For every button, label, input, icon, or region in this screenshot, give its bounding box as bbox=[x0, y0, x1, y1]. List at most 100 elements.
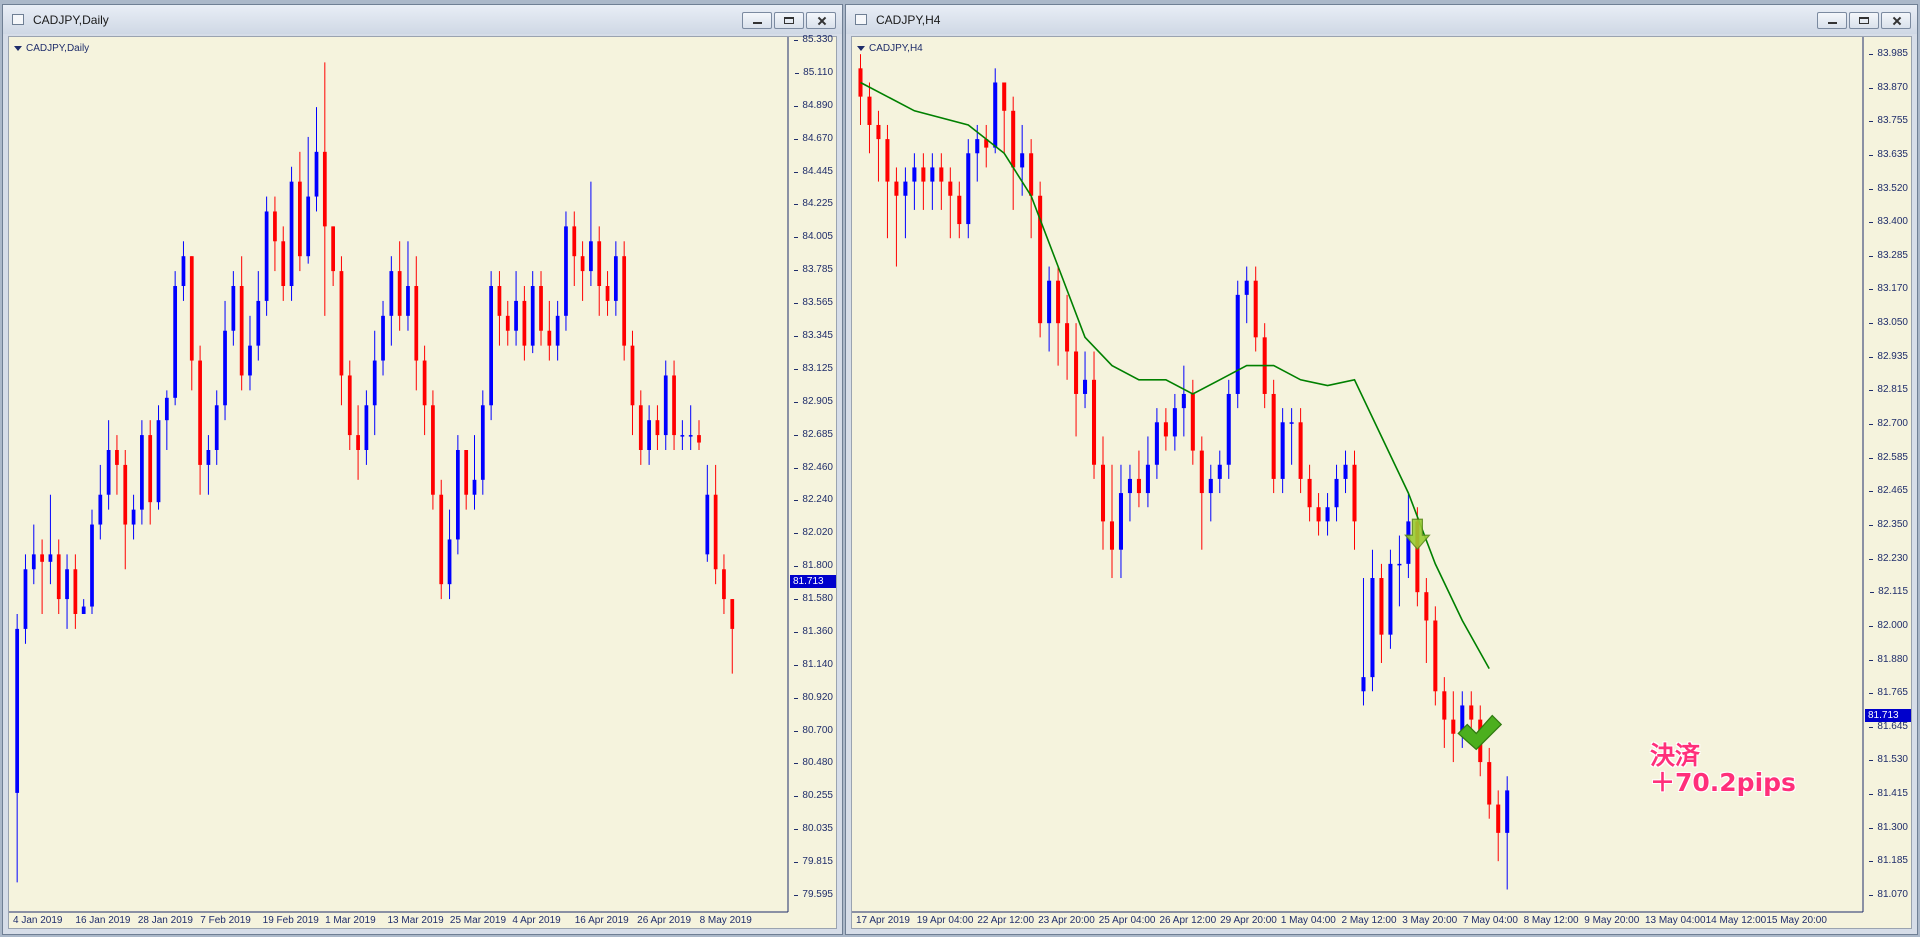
candle bbox=[123, 450, 128, 570]
candle bbox=[214, 390, 219, 465]
date-tick: 19 Feb 2019 bbox=[262, 915, 319, 926]
candle bbox=[223, 300, 227, 421]
candle bbox=[555, 300, 560, 361]
candle bbox=[680, 420, 685, 451]
candle bbox=[414, 256, 419, 391]
candle bbox=[131, 494, 136, 540]
price-tick: 84.670 bbox=[794, 132, 833, 144]
candle bbox=[397, 241, 402, 331]
candle bbox=[1065, 294, 1070, 380]
candle bbox=[903, 167, 908, 239]
price-tick: 81.070 bbox=[1869, 889, 1908, 900]
close-button[interactable] bbox=[806, 12, 836, 29]
candle bbox=[1083, 351, 1088, 409]
candle bbox=[1029, 139, 1034, 239]
dropdown-triangle-icon bbox=[857, 46, 865, 51]
candle bbox=[1388, 549, 1393, 649]
candle bbox=[1505, 776, 1510, 890]
price-tick: 80.920 bbox=[794, 691, 833, 703]
date-axis[interactable]: 17 Apr 2019 19 Apr 04:00 22 Apr 12:00 23 Ap… bbox=[852, 910, 1861, 928]
chart-window-icon bbox=[12, 14, 24, 25]
candle bbox=[1289, 408, 1294, 465]
candle bbox=[298, 151, 302, 272]
chart-label[interactable]: CADJPY,Daily bbox=[14, 43, 89, 54]
candle bbox=[1280, 408, 1285, 494]
daily-chart-window[interactable]: CADJPY,Daily CADJPY,Daily 85.330 85.110 84… bbox=[2, 4, 843, 935]
annotation-line2: ＋70.2pips bbox=[1650, 768, 1796, 797]
h4-chart-area[interactable]: CADJPY,H4 83.985 83.870 83.755 83.635 83.520… bbox=[851, 36, 1912, 929]
price-tick: 82.350 bbox=[1869, 518, 1908, 530]
candle bbox=[1092, 351, 1097, 479]
daily-candles-svg bbox=[9, 37, 789, 913]
price-tick: 80.700 bbox=[794, 724, 833, 736]
candle bbox=[1181, 365, 1186, 437]
candle bbox=[489, 271, 493, 421]
candle bbox=[885, 124, 890, 239]
candle bbox=[1011, 96, 1016, 210]
candle bbox=[1056, 266, 1061, 366]
price-tick: 81.140 bbox=[794, 658, 833, 670]
candle bbox=[1442, 677, 1447, 748]
date-tick: 4 Apr 2019 bbox=[512, 915, 561, 926]
candle bbox=[1487, 747, 1492, 819]
candle bbox=[589, 181, 593, 287]
price-tick: 82.465 bbox=[1869, 485, 1908, 497]
h4-chart-window[interactable]: CADJPY,H4 CADJPY,H4 83.985 83.870 83.755 83… bbox=[845, 4, 1918, 935]
price-tick: 81.800 bbox=[794, 560, 833, 572]
candle bbox=[858, 54, 863, 125]
window-title: CADJPY,H4 bbox=[876, 13, 941, 27]
window-titlebar[interactable]: CADJPY,Daily bbox=[3, 5, 842, 34]
candle bbox=[455, 435, 460, 555]
candle bbox=[957, 181, 962, 239]
candle bbox=[480, 390, 485, 495]
price-tick: 82.935 bbox=[1869, 350, 1908, 362]
price-tick: 82.020 bbox=[794, 527, 833, 539]
candle bbox=[930, 153, 935, 210]
candle bbox=[505, 300, 510, 346]
minimize-button[interactable] bbox=[742, 12, 772, 29]
candle bbox=[1145, 436, 1150, 508]
candle bbox=[867, 82, 872, 154]
candle bbox=[472, 435, 477, 510]
date-tick: 1 May 04:00 bbox=[1280, 915, 1336, 926]
minimize-button[interactable] bbox=[1817, 12, 1847, 29]
price-tick: 83.520 bbox=[1869, 182, 1908, 194]
candle bbox=[497, 271, 502, 346]
candle bbox=[1352, 450, 1357, 550]
price-tick: 82.700 bbox=[1869, 418, 1908, 430]
price-tick: 83.985 bbox=[1869, 48, 1908, 59]
window-titlebar[interactable]: CADJPY,H4 bbox=[846, 5, 1917, 34]
candle bbox=[564, 211, 568, 331]
candle bbox=[984, 124, 989, 168]
price-axis[interactable]: 85.330 85.110 84.890 84.670 84.445 84.225 84.0… bbox=[786, 34, 836, 928]
candle bbox=[98, 464, 103, 540]
candle bbox=[331, 226, 336, 287]
candle bbox=[1433, 606, 1438, 706]
candle bbox=[730, 599, 735, 674]
candle bbox=[993, 68, 998, 154]
date-axis[interactable]: 4 Jan 2019 16 Jan 2019 28 Jan 2019 7 Feb 20… bbox=[9, 910, 786, 928]
candle bbox=[439, 479, 444, 600]
candle bbox=[530, 271, 535, 354]
price-tick: 83.050 bbox=[1869, 317, 1908, 329]
candle bbox=[406, 241, 410, 331]
candle bbox=[347, 360, 352, 451]
candle bbox=[48, 494, 53, 585]
price-axis[interactable]: 83.985 83.870 83.755 83.635 83.520 83.400 83.2… bbox=[1861, 37, 1911, 928]
daily-chart-area[interactable]: CADJPY,Daily 85.330 85.110 84.890 84.670 84.… bbox=[8, 34, 837, 929]
candle bbox=[1154, 408, 1159, 479]
price-tick: 81.185 bbox=[1869, 855, 1908, 867]
candle bbox=[655, 405, 660, 451]
candle bbox=[1208, 464, 1213, 522]
price-tick: 85.110 bbox=[795, 66, 833, 78]
candle bbox=[90, 509, 94, 614]
chart-label[interactable]: CADJPY,H4 bbox=[857, 43, 923, 54]
candle bbox=[876, 110, 881, 182]
maximize-button[interactable] bbox=[1849, 12, 1879, 29]
date-tick: 2 May 12:00 bbox=[1341, 915, 1397, 926]
candle bbox=[31, 524, 36, 585]
close-button[interactable] bbox=[1881, 12, 1911, 29]
candle bbox=[1343, 450, 1348, 494]
maximize-button[interactable] bbox=[774, 12, 804, 29]
price-tick: 83.125 bbox=[794, 362, 833, 374]
